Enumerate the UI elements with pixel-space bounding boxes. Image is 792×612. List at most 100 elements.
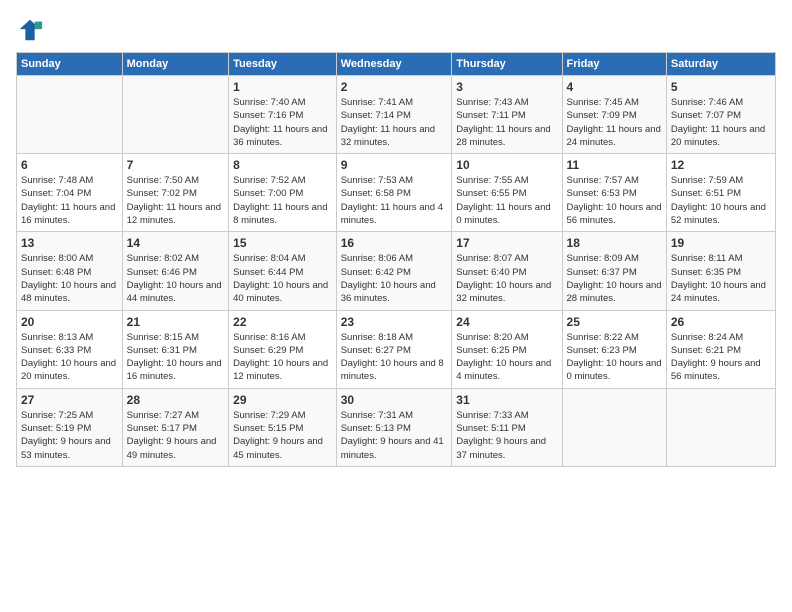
day-info: Sunrise: 8:11 AM Sunset: 6:35 PM Dayligh… xyxy=(671,252,771,305)
column-header-sunday: Sunday xyxy=(17,53,123,76)
day-cell: 5Sunrise: 7:46 AM Sunset: 7:07 PM Daylig… xyxy=(666,76,775,154)
logo-icon xyxy=(16,16,44,44)
week-row-2: 6 Sunrise: 7:48 AM Sunset: 7:04 PM Daylig… xyxy=(17,154,776,232)
day-info: Sunrise: 8:07 AM Sunset: 6:40 PM Dayligh… xyxy=(456,252,557,305)
day-number: 14 xyxy=(127,236,225,250)
day-number: 13 xyxy=(21,236,118,250)
day-number: 9 xyxy=(341,158,448,172)
week-row-5: 27 Sunrise: 7:25 AM Sunset: 5:19 PM Dayli… xyxy=(17,388,776,466)
day-cell: 17 Sunrise: 8:07 AM Sunset: 6:40 PM Dayli… xyxy=(452,232,562,310)
week-row-3: 13 Sunrise: 8:00 AM Sunset: 6:48 PM Dayli… xyxy=(17,232,776,310)
day-info: Sunrise: 7:43 AM Sunset: 7:11 PM Dayligh… xyxy=(456,96,557,149)
day-info: Sunrise: 7:57 AM Sunset: 6:53 PM Dayligh… xyxy=(567,174,662,227)
logo xyxy=(16,16,48,44)
day-number: 10 xyxy=(456,158,557,172)
day-info: Sunrise: 7:33 AM Sunset: 5:11 PM Dayligh… xyxy=(456,409,557,462)
day-number: 7 xyxy=(127,158,225,172)
day-cell: 27 Sunrise: 7:25 AM Sunset: 5:19 PM Dayli… xyxy=(17,388,123,466)
day-cell: 15Sunrise: 8:04 AM Sunset: 6:44 PM Dayli… xyxy=(229,232,337,310)
day-info: Sunrise: 8:20 AM Sunset: 6:25 PM Dayligh… xyxy=(456,331,557,384)
day-number: 23 xyxy=(341,315,448,329)
day-info: Sunrise: 7:48 AM Sunset: 7:04 PM Dayligh… xyxy=(21,174,118,227)
day-info: Sunrise: 7:50 AM Sunset: 7:02 PM Dayligh… xyxy=(127,174,225,227)
column-header-tuesday: Tuesday xyxy=(229,53,337,76)
day-cell: 7 Sunrise: 7:50 AM Sunset: 7:02 PM Daylig… xyxy=(122,154,229,232)
day-number: 24 xyxy=(456,315,557,329)
day-info: Sunrise: 7:45 AM Sunset: 7:09 PM Dayligh… xyxy=(567,96,662,149)
day-number: 28 xyxy=(127,393,225,407)
day-number: 6 xyxy=(21,158,118,172)
day-number: 31 xyxy=(456,393,557,407)
day-cell: 10 Sunrise: 7:55 AM Sunset: 6:55 PM Dayli… xyxy=(452,154,562,232)
header xyxy=(16,16,776,44)
day-number: 12 xyxy=(671,158,771,172)
day-number: 18 xyxy=(567,236,662,250)
day-cell: 16 Sunrise: 8:06 AM Sunset: 6:42 PM Dayli… xyxy=(336,232,452,310)
day-info: Sunrise: 8:00 AM Sunset: 6:48 PM Dayligh… xyxy=(21,252,118,305)
column-header-saturday: Saturday xyxy=(666,53,775,76)
day-info: Sunrise: 7:59 AM Sunset: 6:51 PM Dayligh… xyxy=(671,174,771,227)
day-cell xyxy=(17,76,123,154)
day-cell: 1Sunrise: 7:40 AM Sunset: 7:16 PM Daylig… xyxy=(229,76,337,154)
column-header-friday: Friday xyxy=(562,53,666,76)
day-cell: 21 Sunrise: 8:15 AM Sunset: 6:31 PM Dayli… xyxy=(122,310,229,388)
day-cell xyxy=(666,388,775,466)
day-cell xyxy=(122,76,229,154)
day-info: Sunrise: 7:41 AM Sunset: 7:14 PM Dayligh… xyxy=(341,96,448,149)
day-cell: 13 Sunrise: 8:00 AM Sunset: 6:48 PM Dayli… xyxy=(17,232,123,310)
day-cell: 14 Sunrise: 8:02 AM Sunset: 6:46 PM Dayli… xyxy=(122,232,229,310)
day-number: 29 xyxy=(233,393,332,407)
header-row: SundayMondayTuesdayWednesdayThursdayFrid… xyxy=(17,53,776,76)
day-info: Sunrise: 8:06 AM Sunset: 6:42 PM Dayligh… xyxy=(341,252,448,305)
calendar-table: SundayMondayTuesdayWednesdayThursdayFrid… xyxy=(16,52,776,467)
day-number: 30 xyxy=(341,393,448,407)
day-number: 17 xyxy=(456,236,557,250)
day-info: Sunrise: 7:40 AM Sunset: 7:16 PM Dayligh… xyxy=(233,96,332,149)
day-info: Sunrise: 7:29 AM Sunset: 5:15 PM Dayligh… xyxy=(233,409,332,462)
day-info: Sunrise: 8:15 AM Sunset: 6:31 PM Dayligh… xyxy=(127,331,225,384)
day-info: Sunrise: 8:16 AM Sunset: 6:29 PM Dayligh… xyxy=(233,331,332,384)
day-number: 3 xyxy=(456,80,557,94)
day-cell: 8Sunrise: 7:52 AM Sunset: 7:00 PM Daylig… xyxy=(229,154,337,232)
day-cell: 6 Sunrise: 7:48 AM Sunset: 7:04 PM Daylig… xyxy=(17,154,123,232)
day-cell: 29 Sunrise: 7:29 AM Sunset: 5:15 PM Dayli… xyxy=(229,388,337,466)
day-number: 25 xyxy=(567,315,662,329)
day-cell: 31 Sunrise: 7:33 AM Sunset: 5:11 PM Dayli… xyxy=(452,388,562,466)
calendar-page: SundayMondayTuesdayWednesdayThursdayFrid… xyxy=(0,0,792,477)
day-cell: 12 Sunrise: 7:59 AM Sunset: 6:51 PM Dayli… xyxy=(666,154,775,232)
day-cell: 9 Sunrise: 7:53 AM Sunset: 6:58 PM Daylig… xyxy=(336,154,452,232)
day-info: Sunrise: 8:13 AM Sunset: 6:33 PM Dayligh… xyxy=(21,331,118,384)
day-cell: 25 Sunrise: 8:22 AM Sunset: 6:23 PM Dayli… xyxy=(562,310,666,388)
day-number: 16 xyxy=(341,236,448,250)
day-info: Sunrise: 7:46 AM Sunset: 7:07 PM Dayligh… xyxy=(671,96,771,149)
day-info: Sunrise: 7:31 AM Sunset: 5:13 PM Dayligh… xyxy=(341,409,448,462)
day-cell xyxy=(562,388,666,466)
day-number: 22 xyxy=(233,315,332,329)
day-info: Sunrise: 7:52 AM Sunset: 7:00 PM Dayligh… xyxy=(233,174,332,227)
day-info: Sunrise: 7:55 AM Sunset: 6:55 PM Dayligh… xyxy=(456,174,557,227)
day-info: Sunrise: 8:02 AM Sunset: 6:46 PM Dayligh… xyxy=(127,252,225,305)
day-cell: 23Sunrise: 8:18 AM Sunset: 6:27 PM Dayli… xyxy=(336,310,452,388)
day-cell: 26 Sunrise: 8:24 AM Sunset: 6:21 PM Dayli… xyxy=(666,310,775,388)
day-number: 27 xyxy=(21,393,118,407)
week-row-1: 1Sunrise: 7:40 AM Sunset: 7:16 PM Daylig… xyxy=(17,76,776,154)
day-cell: 4Sunrise: 7:45 AM Sunset: 7:09 PM Daylig… xyxy=(562,76,666,154)
day-info: Sunrise: 8:24 AM Sunset: 6:21 PM Dayligh… xyxy=(671,331,771,384)
day-cell: 20 Sunrise: 8:13 AM Sunset: 6:33 PM Dayli… xyxy=(17,310,123,388)
day-info: Sunrise: 7:53 AM Sunset: 6:58 PM Dayligh… xyxy=(341,174,448,227)
day-info: Sunrise: 7:25 AM Sunset: 5:19 PM Dayligh… xyxy=(21,409,118,462)
day-info: Sunrise: 8:22 AM Sunset: 6:23 PM Dayligh… xyxy=(567,331,662,384)
day-number: 20 xyxy=(21,315,118,329)
column-header-thursday: Thursday xyxy=(452,53,562,76)
day-info: Sunrise: 7:27 AM Sunset: 5:17 PM Dayligh… xyxy=(127,409,225,462)
day-cell: 22 Sunrise: 8:16 AM Sunset: 6:29 PM Dayli… xyxy=(229,310,337,388)
day-number: 15 xyxy=(233,236,332,250)
day-info: Sunrise: 8:09 AM Sunset: 6:37 PM Dayligh… xyxy=(567,252,662,305)
day-cell: 24 Sunrise: 8:20 AM Sunset: 6:25 PM Dayli… xyxy=(452,310,562,388)
day-cell: 18 Sunrise: 8:09 AM Sunset: 6:37 PM Dayli… xyxy=(562,232,666,310)
day-number: 19 xyxy=(671,236,771,250)
day-number: 26 xyxy=(671,315,771,329)
day-number: 2 xyxy=(341,80,448,94)
day-cell: 30 Sunrise: 7:31 AM Sunset: 5:13 PM Dayli… xyxy=(336,388,452,466)
day-number: 21 xyxy=(127,315,225,329)
